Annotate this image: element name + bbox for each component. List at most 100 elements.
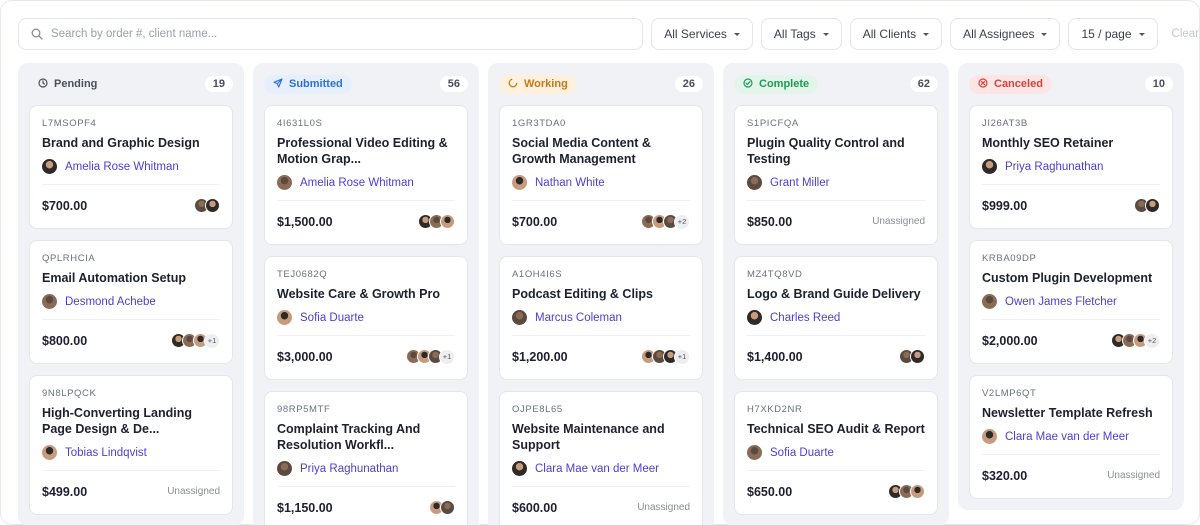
order-title[interactable]: High-Converting Landing Page Design & De… xyxy=(42,405,220,437)
client-link[interactable]: Priya Raghunathan xyxy=(277,461,455,476)
avatar xyxy=(42,445,57,460)
avatar xyxy=(512,461,527,476)
assignee-group[interactable]: +1 xyxy=(171,332,220,349)
clock-icon xyxy=(38,77,54,91)
column-canceled: Canceled 10 JI26AT3B Monthly SEO Retaine… xyxy=(958,63,1184,510)
tags-filter[interactable]: All Tags xyxy=(760,18,842,50)
order-price: $700.00 xyxy=(42,198,88,213)
assignee-group[interactable]: +1 xyxy=(406,348,455,365)
assignee-avatar[interactable] xyxy=(910,484,925,499)
client-link[interactable]: Sofia Duarte xyxy=(747,445,925,460)
assignee-group[interactable]: +2 xyxy=(1111,332,1160,349)
order-title[interactable]: Plugin Quality Control and Testing xyxy=(747,135,925,167)
order-price: $650.00 xyxy=(747,484,793,499)
order-code: S1PICFQA xyxy=(747,118,799,129)
order-title[interactable]: Podcast Editing & Clips xyxy=(512,286,690,302)
order-title[interactable]: Complaint Tracking And Resolution Workfl… xyxy=(277,421,455,453)
assignee-group[interactable]: +2 xyxy=(641,213,690,230)
order-card[interactable]: QPLRHCIA Email Automation Setup Desmond … xyxy=(29,240,233,364)
assignee-group[interactable]: +1 xyxy=(641,348,690,365)
status-label: Complete xyxy=(759,78,810,90)
client-link[interactable]: Priya Raghunathan xyxy=(982,159,1160,174)
assignee-group[interactable] xyxy=(888,484,925,499)
order-title[interactable]: Professional Video Editing & Motion Grap… xyxy=(277,135,455,167)
assignee-group[interactable] xyxy=(1134,198,1160,213)
order-card[interactable]: 98RP5MTF Complaint Tracking And Resoluti… xyxy=(264,391,468,525)
client-link[interactable]: Desmond Achebe xyxy=(42,294,220,309)
order-card[interactable]: JI26AT3B Monthly SEO Retainer Priya Ragh… xyxy=(969,105,1173,229)
client-link[interactable]: Clara Mae van der Meer xyxy=(982,429,1160,444)
search-box[interactable] xyxy=(18,18,644,50)
clear-filters-button[interactable]: Clear xyxy=(1172,28,1199,40)
order-card[interactable]: TEJ0682Q Website Care & Growth Pro Sofia… xyxy=(264,256,468,380)
client-link[interactable]: Sofia Duarte xyxy=(277,310,455,325)
order-card[interactable]: S1PICFQA Plugin Quality Control and Test… xyxy=(734,105,938,245)
column-header: Working 26 xyxy=(499,63,703,105)
more-assignees-badge[interactable]: +2 xyxy=(1144,332,1160,349)
avatar xyxy=(42,294,57,309)
unassigned-label: Unassigned xyxy=(637,502,690,513)
avatar xyxy=(747,445,762,460)
clients-filter[interactable]: All Clients xyxy=(849,18,943,50)
services-filter-label: All Services xyxy=(664,27,727,41)
order-card[interactable]: L7MSOPF4 Brand and Graphic Design Amelia… xyxy=(29,105,233,229)
assignee-group[interactable] xyxy=(429,500,455,515)
order-title[interactable]: Logo & Brand Guide Delivery xyxy=(747,286,925,302)
order-card[interactable]: 4I631L0S Professional Video Editing & Mo… xyxy=(264,105,468,245)
status-badge: Working xyxy=(499,74,577,94)
assignee-avatar[interactable] xyxy=(440,500,455,515)
order-title[interactable]: Monthly SEO Retainer xyxy=(982,135,1160,151)
assignee-group[interactable] xyxy=(899,349,925,364)
order-title[interactable]: Brand and Graphic Design xyxy=(42,135,220,151)
order-title[interactable]: Website Care & Growth Pro xyxy=(277,286,455,302)
assignee-group[interactable] xyxy=(194,198,220,213)
order-card[interactable]: A1OH4I6S Podcast Editing & Clips Marcus … xyxy=(499,256,703,380)
order-card[interactable]: OJPE8L65 Website Maintenance and Support… xyxy=(499,391,703,525)
client-link[interactable]: Amelia Rose Whitman xyxy=(42,159,220,174)
order-title[interactable]: Technical SEO Audit & Report xyxy=(747,421,925,437)
more-assignees-badge[interactable]: +1 xyxy=(439,348,455,365)
more-assignees-badge[interactable]: +1 xyxy=(674,348,690,365)
column-header: Complete 62 xyxy=(734,63,938,105)
order-title[interactable]: Email Automation Setup xyxy=(42,270,220,286)
search-input[interactable] xyxy=(51,28,611,40)
client-link[interactable]: Charles Reed xyxy=(747,310,925,325)
client-link[interactable]: Owen James Fletcher xyxy=(982,294,1160,309)
order-title[interactable]: Newsletter Template Refresh xyxy=(982,405,1160,421)
more-assignees-badge[interactable]: +2 xyxy=(674,213,690,230)
assignees-filter[interactable]: All Assignees xyxy=(950,18,1061,50)
avatar xyxy=(982,159,997,174)
order-card[interactable]: 9N8LPQCK High-Converting Landing Page De… xyxy=(29,375,233,515)
client-name: Charles Reed xyxy=(770,311,841,324)
client-name: Tobias Lindqvist xyxy=(65,446,147,459)
status-label: Canceled xyxy=(994,78,1043,90)
order-title[interactable]: Social Media Content & Growth Management xyxy=(512,135,690,167)
order-card[interactable]: MZ4TQ8VD Logo & Brand Guide Delivery Cha… xyxy=(734,256,938,380)
assignee-group[interactable] xyxy=(418,214,455,229)
order-title[interactable]: Custom Plugin Development xyxy=(982,270,1160,286)
client-link[interactable]: Tobias Lindqvist xyxy=(42,445,220,460)
order-card[interactable]: V2LMP6QT Newsletter Template Refresh Cla… xyxy=(969,375,1173,499)
card-footer: $499.00 Unassigned xyxy=(42,470,220,502)
avatar xyxy=(982,294,997,309)
order-card[interactable]: H7XKD2NR Technical SEO Audit & Report So… xyxy=(734,391,938,515)
client-link[interactable]: Clara Mae van der Meer xyxy=(512,461,690,476)
order-title[interactable]: Website Maintenance and Support xyxy=(512,421,690,453)
page-size-select[interactable]: 15 / page xyxy=(1068,18,1158,50)
order-card[interactable]: KRBA09DP Custom Plugin Development Owen … xyxy=(969,240,1173,364)
client-link[interactable]: Grant Miller xyxy=(747,175,925,190)
column-working: Working 26 1GR3TDA0 Social Media Content… xyxy=(488,63,714,525)
services-filter[interactable]: All Services xyxy=(651,18,753,50)
client-link[interactable]: Amelia Rose Whitman xyxy=(277,175,455,190)
client-link[interactable]: Nathan White xyxy=(512,175,690,190)
order-code: 98RP5MTF xyxy=(277,404,331,415)
assignee-avatar[interactable] xyxy=(440,214,455,229)
client-link[interactable]: Marcus Coleman xyxy=(512,310,690,325)
more-assignees-badge[interactable]: +1 xyxy=(204,332,220,349)
order-price: $499.00 xyxy=(42,484,88,499)
assignee-avatar[interactable] xyxy=(1145,198,1160,213)
unassigned-label: Unassigned xyxy=(1107,470,1160,481)
assignee-avatar[interactable] xyxy=(910,349,925,364)
order-card[interactable]: 1GR3TDA0 Social Media Content & Growth M… xyxy=(499,105,703,245)
assignee-avatar[interactable] xyxy=(205,198,220,213)
